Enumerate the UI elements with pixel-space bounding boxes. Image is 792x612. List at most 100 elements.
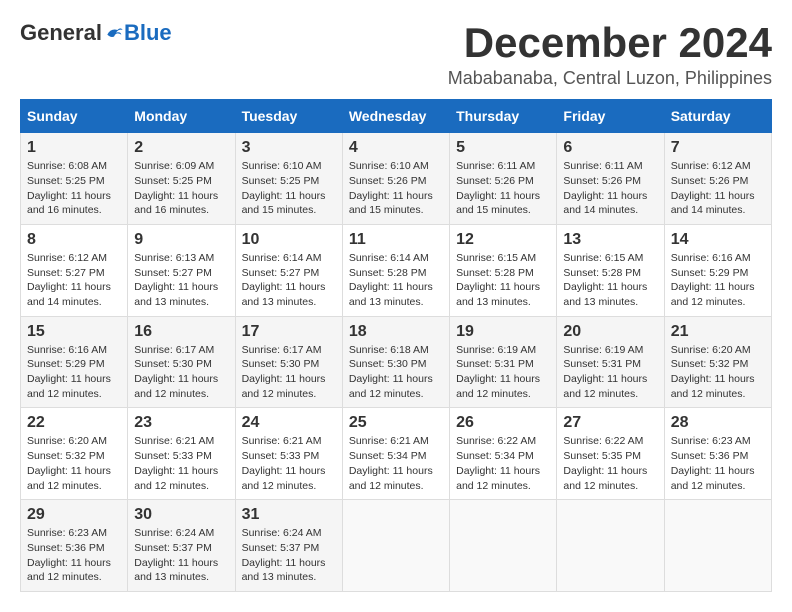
day-number: 17: [242, 323, 336, 341]
logo: General Blue: [20, 20, 172, 46]
calendar-day-cell: 1 Sunrise: 6:08 AMSunset: 5:25 PMDayligh…: [21, 133, 128, 225]
calendar-day-cell: 26 Sunrise: 6:22 AMSunset: 5:34 PMDaylig…: [450, 408, 557, 500]
day-number: 2: [134, 139, 228, 157]
day-number: 10: [242, 231, 336, 249]
day-info: Sunrise: 6:11 AMSunset: 5:26 PMDaylight:…: [456, 160, 540, 216]
day-number: 1: [27, 139, 121, 157]
day-of-week-header: Thursday: [450, 100, 557, 133]
day-info: Sunrise: 6:10 AMSunset: 5:26 PMDaylight:…: [349, 160, 433, 216]
calendar-day-cell: 4 Sunrise: 6:10 AMSunset: 5:26 PMDayligh…: [342, 133, 449, 225]
day-info: Sunrise: 6:21 AMSunset: 5:33 PMDaylight:…: [134, 435, 218, 491]
logo-bird-icon: [104, 23, 124, 43]
day-info: Sunrise: 6:12 AMSunset: 5:26 PMDaylight:…: [671, 160, 755, 216]
calendar-week-row: 8 Sunrise: 6:12 AMSunset: 5:27 PMDayligh…: [21, 224, 772, 316]
day-info: Sunrise: 6:20 AMSunset: 5:32 PMDaylight:…: [27, 435, 111, 491]
calendar-day-cell: 9 Sunrise: 6:13 AMSunset: 5:27 PMDayligh…: [128, 224, 235, 316]
day-info: Sunrise: 6:20 AMSunset: 5:32 PMDaylight:…: [671, 344, 755, 400]
day-info: Sunrise: 6:15 AMSunset: 5:28 PMDaylight:…: [456, 252, 540, 308]
day-number: 26: [456, 414, 550, 432]
calendar-day-cell: 23 Sunrise: 6:21 AMSunset: 5:33 PMDaylig…: [128, 408, 235, 500]
calendar-day-cell: 27 Sunrise: 6:22 AMSunset: 5:35 PMDaylig…: [557, 408, 664, 500]
calendar-day-cell: 30 Sunrise: 6:24 AMSunset: 5:37 PMDaylig…: [128, 500, 235, 592]
calendar-day-cell: 10 Sunrise: 6:14 AMSunset: 5:27 PMDaylig…: [235, 224, 342, 316]
day-info: Sunrise: 6:23 AMSunset: 5:36 PMDaylight:…: [27, 527, 111, 583]
day-info: Sunrise: 6:17 AMSunset: 5:30 PMDaylight:…: [242, 344, 326, 400]
day-info: Sunrise: 6:19 AMSunset: 5:31 PMDaylight:…: [563, 344, 647, 400]
day-number: 19: [456, 323, 550, 341]
day-number: 7: [671, 139, 765, 157]
day-number: 31: [242, 506, 336, 524]
calendar-day-cell: 7 Sunrise: 6:12 AMSunset: 5:26 PMDayligh…: [664, 133, 771, 225]
calendar-week-row: 15 Sunrise: 6:16 AMSunset: 5:29 PMDaylig…: [21, 316, 772, 408]
calendar-week-row: 22 Sunrise: 6:20 AMSunset: 5:32 PMDaylig…: [21, 408, 772, 500]
calendar-day-cell: 16 Sunrise: 6:17 AMSunset: 5:30 PMDaylig…: [128, 316, 235, 408]
calendar-day-cell: 2 Sunrise: 6:09 AMSunset: 5:25 PMDayligh…: [128, 133, 235, 225]
day-info: Sunrise: 6:21 AMSunset: 5:33 PMDaylight:…: [242, 435, 326, 491]
day-number: 5: [456, 139, 550, 157]
calendar-day-cell: 14 Sunrise: 6:16 AMSunset: 5:29 PMDaylig…: [664, 224, 771, 316]
calendar-day-cell: 11 Sunrise: 6:14 AMSunset: 5:28 PMDaylig…: [342, 224, 449, 316]
calendar-day-cell: 29 Sunrise: 6:23 AMSunset: 5:36 PMDaylig…: [21, 500, 128, 592]
day-number: 9: [134, 231, 228, 249]
location-title: Mababanaba, Central Luzon, Philippines: [448, 68, 772, 89]
day-number: 12: [456, 231, 550, 249]
day-number: 21: [671, 323, 765, 341]
day-number: 27: [563, 414, 657, 432]
day-of-week-header: Monday: [128, 100, 235, 133]
day-number: 29: [27, 506, 121, 524]
calendar-day-cell: 21 Sunrise: 6:20 AMSunset: 5:32 PMDaylig…: [664, 316, 771, 408]
calendar-day-cell: 13 Sunrise: 6:15 AMSunset: 5:28 PMDaylig…: [557, 224, 664, 316]
calendar-day-cell: 28 Sunrise: 6:23 AMSunset: 5:36 PMDaylig…: [664, 408, 771, 500]
day-number: 15: [27, 323, 121, 341]
calendar-week-row: 1 Sunrise: 6:08 AMSunset: 5:25 PMDayligh…: [21, 133, 772, 225]
calendar-week-row: 29 Sunrise: 6:23 AMSunset: 5:36 PMDaylig…: [21, 500, 772, 592]
calendar-day-cell: [664, 500, 771, 592]
day-of-week-header: Saturday: [664, 100, 771, 133]
day-number: 18: [349, 323, 443, 341]
day-info: Sunrise: 6:14 AMSunset: 5:28 PMDaylight:…: [349, 252, 433, 308]
day-number: 6: [563, 139, 657, 157]
day-info: Sunrise: 6:19 AMSunset: 5:31 PMDaylight:…: [456, 344, 540, 400]
day-number: 13: [563, 231, 657, 249]
calendar-day-cell: 31 Sunrise: 6:24 AMSunset: 5:37 PMDaylig…: [235, 500, 342, 592]
day-info: Sunrise: 6:11 AMSunset: 5:26 PMDaylight:…: [563, 160, 647, 216]
logo-general-text: General: [20, 20, 102, 46]
calendar-day-cell: 24 Sunrise: 6:21 AMSunset: 5:33 PMDaylig…: [235, 408, 342, 500]
calendar-day-cell: [557, 500, 664, 592]
calendar-day-cell: 5 Sunrise: 6:11 AMSunset: 5:26 PMDayligh…: [450, 133, 557, 225]
day-number: 4: [349, 139, 443, 157]
day-of-week-header: Sunday: [21, 100, 128, 133]
day-info: Sunrise: 6:24 AMSunset: 5:37 PMDaylight:…: [134, 527, 218, 583]
page-header: General Blue December 2024 Mababanaba, C…: [20, 20, 772, 89]
calendar-day-cell: [450, 500, 557, 592]
calendar-day-cell: 12 Sunrise: 6:15 AMSunset: 5:28 PMDaylig…: [450, 224, 557, 316]
day-info: Sunrise: 6:10 AMSunset: 5:25 PMDaylight:…: [242, 160, 326, 216]
day-info: Sunrise: 6:22 AMSunset: 5:35 PMDaylight:…: [563, 435, 647, 491]
day-info: Sunrise: 6:23 AMSunset: 5:36 PMDaylight:…: [671, 435, 755, 491]
day-of-week-header: Tuesday: [235, 100, 342, 133]
day-info: Sunrise: 6:18 AMSunset: 5:30 PMDaylight:…: [349, 344, 433, 400]
calendar-day-cell: 22 Sunrise: 6:20 AMSunset: 5:32 PMDaylig…: [21, 408, 128, 500]
day-info: Sunrise: 6:12 AMSunset: 5:27 PMDaylight:…: [27, 252, 111, 308]
day-info: Sunrise: 6:16 AMSunset: 5:29 PMDaylight:…: [671, 252, 755, 308]
calendar-day-cell: [342, 500, 449, 592]
calendar-day-cell: 19 Sunrise: 6:19 AMSunset: 5:31 PMDaylig…: [450, 316, 557, 408]
calendar-day-cell: 6 Sunrise: 6:11 AMSunset: 5:26 PMDayligh…: [557, 133, 664, 225]
day-number: 11: [349, 231, 443, 249]
day-number: 16: [134, 323, 228, 341]
calendar-day-cell: 3 Sunrise: 6:10 AMSunset: 5:25 PMDayligh…: [235, 133, 342, 225]
day-info: Sunrise: 6:24 AMSunset: 5:37 PMDaylight:…: [242, 527, 326, 583]
calendar-day-cell: 17 Sunrise: 6:17 AMSunset: 5:30 PMDaylig…: [235, 316, 342, 408]
calendar-header-row: SundayMondayTuesdayWednesdayThursdayFrid…: [21, 100, 772, 133]
day-info: Sunrise: 6:15 AMSunset: 5:28 PMDaylight:…: [563, 252, 647, 308]
logo-blue-text: Blue: [124, 20, 172, 46]
day-info: Sunrise: 6:14 AMSunset: 5:27 PMDaylight:…: [242, 252, 326, 308]
day-number: 8: [27, 231, 121, 249]
day-info: Sunrise: 6:22 AMSunset: 5:34 PMDaylight:…: [456, 435, 540, 491]
day-number: 3: [242, 139, 336, 157]
calendar-day-cell: 20 Sunrise: 6:19 AMSunset: 5:31 PMDaylig…: [557, 316, 664, 408]
month-title: December 2024: [448, 20, 772, 66]
calendar-day-cell: 25 Sunrise: 6:21 AMSunset: 5:34 PMDaylig…: [342, 408, 449, 500]
day-number: 24: [242, 414, 336, 432]
day-info: Sunrise: 6:16 AMSunset: 5:29 PMDaylight:…: [27, 344, 111, 400]
